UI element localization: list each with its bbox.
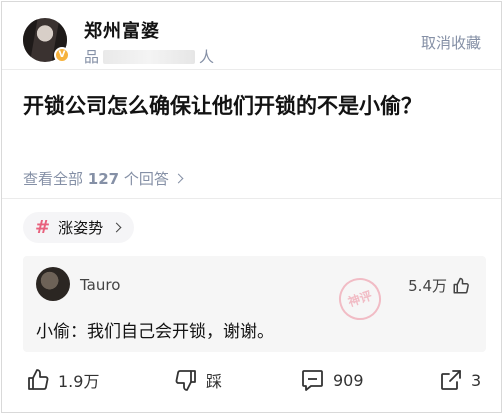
author-header: V 郑州富婆 品人 取消收藏 <box>2 2 501 70</box>
author-name[interactable]: 郑州富婆 <box>84 17 160 43</box>
action-bar: 1.9万 踩 909 3 <box>2 368 501 404</box>
share-icon <box>441 370 461 390</box>
share-count: 3 <box>471 370 482 390</box>
chevron-right-icon <box>111 222 122 233</box>
dislike-label: 踩 <box>206 372 223 391</box>
answer-card: V 郑州富婆 品人 取消收藏 开锁公司怎么确保让他们开锁的不是小偷？ 查看全部 … <box>1 1 502 413</box>
like-button[interactable]: 1.9万 <box>26 368 99 392</box>
comment-like-button[interactable]: 5.4万 <box>408 275 470 296</box>
unfollow-button[interactable]: 取消收藏 <box>421 32 481 53</box>
answers-prefix: 查看全部 <box>23 170 88 188</box>
answers-count: 127 <box>87 170 120 188</box>
author-bio: 品人 <box>84 46 214 67</box>
share-button[interactable]: 3 <box>439 368 481 392</box>
verified-badge-icon: V <box>54 47 70 63</box>
topic-tag[interactable]: # 涨姿势 <box>23 212 135 243</box>
comment-count: 909 <box>333 370 364 390</box>
thumbs-up-icon <box>28 369 49 390</box>
chevron-right-icon <box>173 173 184 184</box>
divider <box>2 198 501 199</box>
like-count: 1.9万 <box>58 372 100 391</box>
commenter-avatar[interactable] <box>36 267 70 301</box>
question-title[interactable]: 开锁公司怎么确保让他们开锁的不是小偷？ <box>23 90 463 122</box>
commenter-name[interactable]: Tauro <box>80 276 120 294</box>
author-bio-prefix: 品 <box>84 48 100 66</box>
answers-suffix: 个回答 <box>119 170 169 188</box>
comment-bubble-icon <box>302 370 323 391</box>
hot-comment[interactable]: Tauro 神评 5.4万 小偷：我们自己会开锁，谢谢。 <box>23 256 486 352</box>
comment-button[interactable]: 909 <box>300 368 364 392</box>
comment-like-count: 5.4万 <box>408 277 447 295</box>
comment-text: 小偷：我们自己会开锁，谢谢。 <box>36 322 274 342</box>
thumbs-down-icon <box>175 370 196 391</box>
hot-comment-stamp: 神评 <box>333 272 387 326</box>
author-bio-suffix: 人 <box>199 48 215 66</box>
blurred-bio-text <box>103 50 196 64</box>
hash-icon: # <box>35 217 51 238</box>
thumbs-up-icon <box>453 277 469 293</box>
dislike-button[interactable]: 踩 <box>174 368 222 392</box>
topic-tag-label: 涨姿势 <box>58 219 104 237</box>
view-all-answers-link[interactable]: 查看全部 127 个回答 <box>23 168 184 189</box>
